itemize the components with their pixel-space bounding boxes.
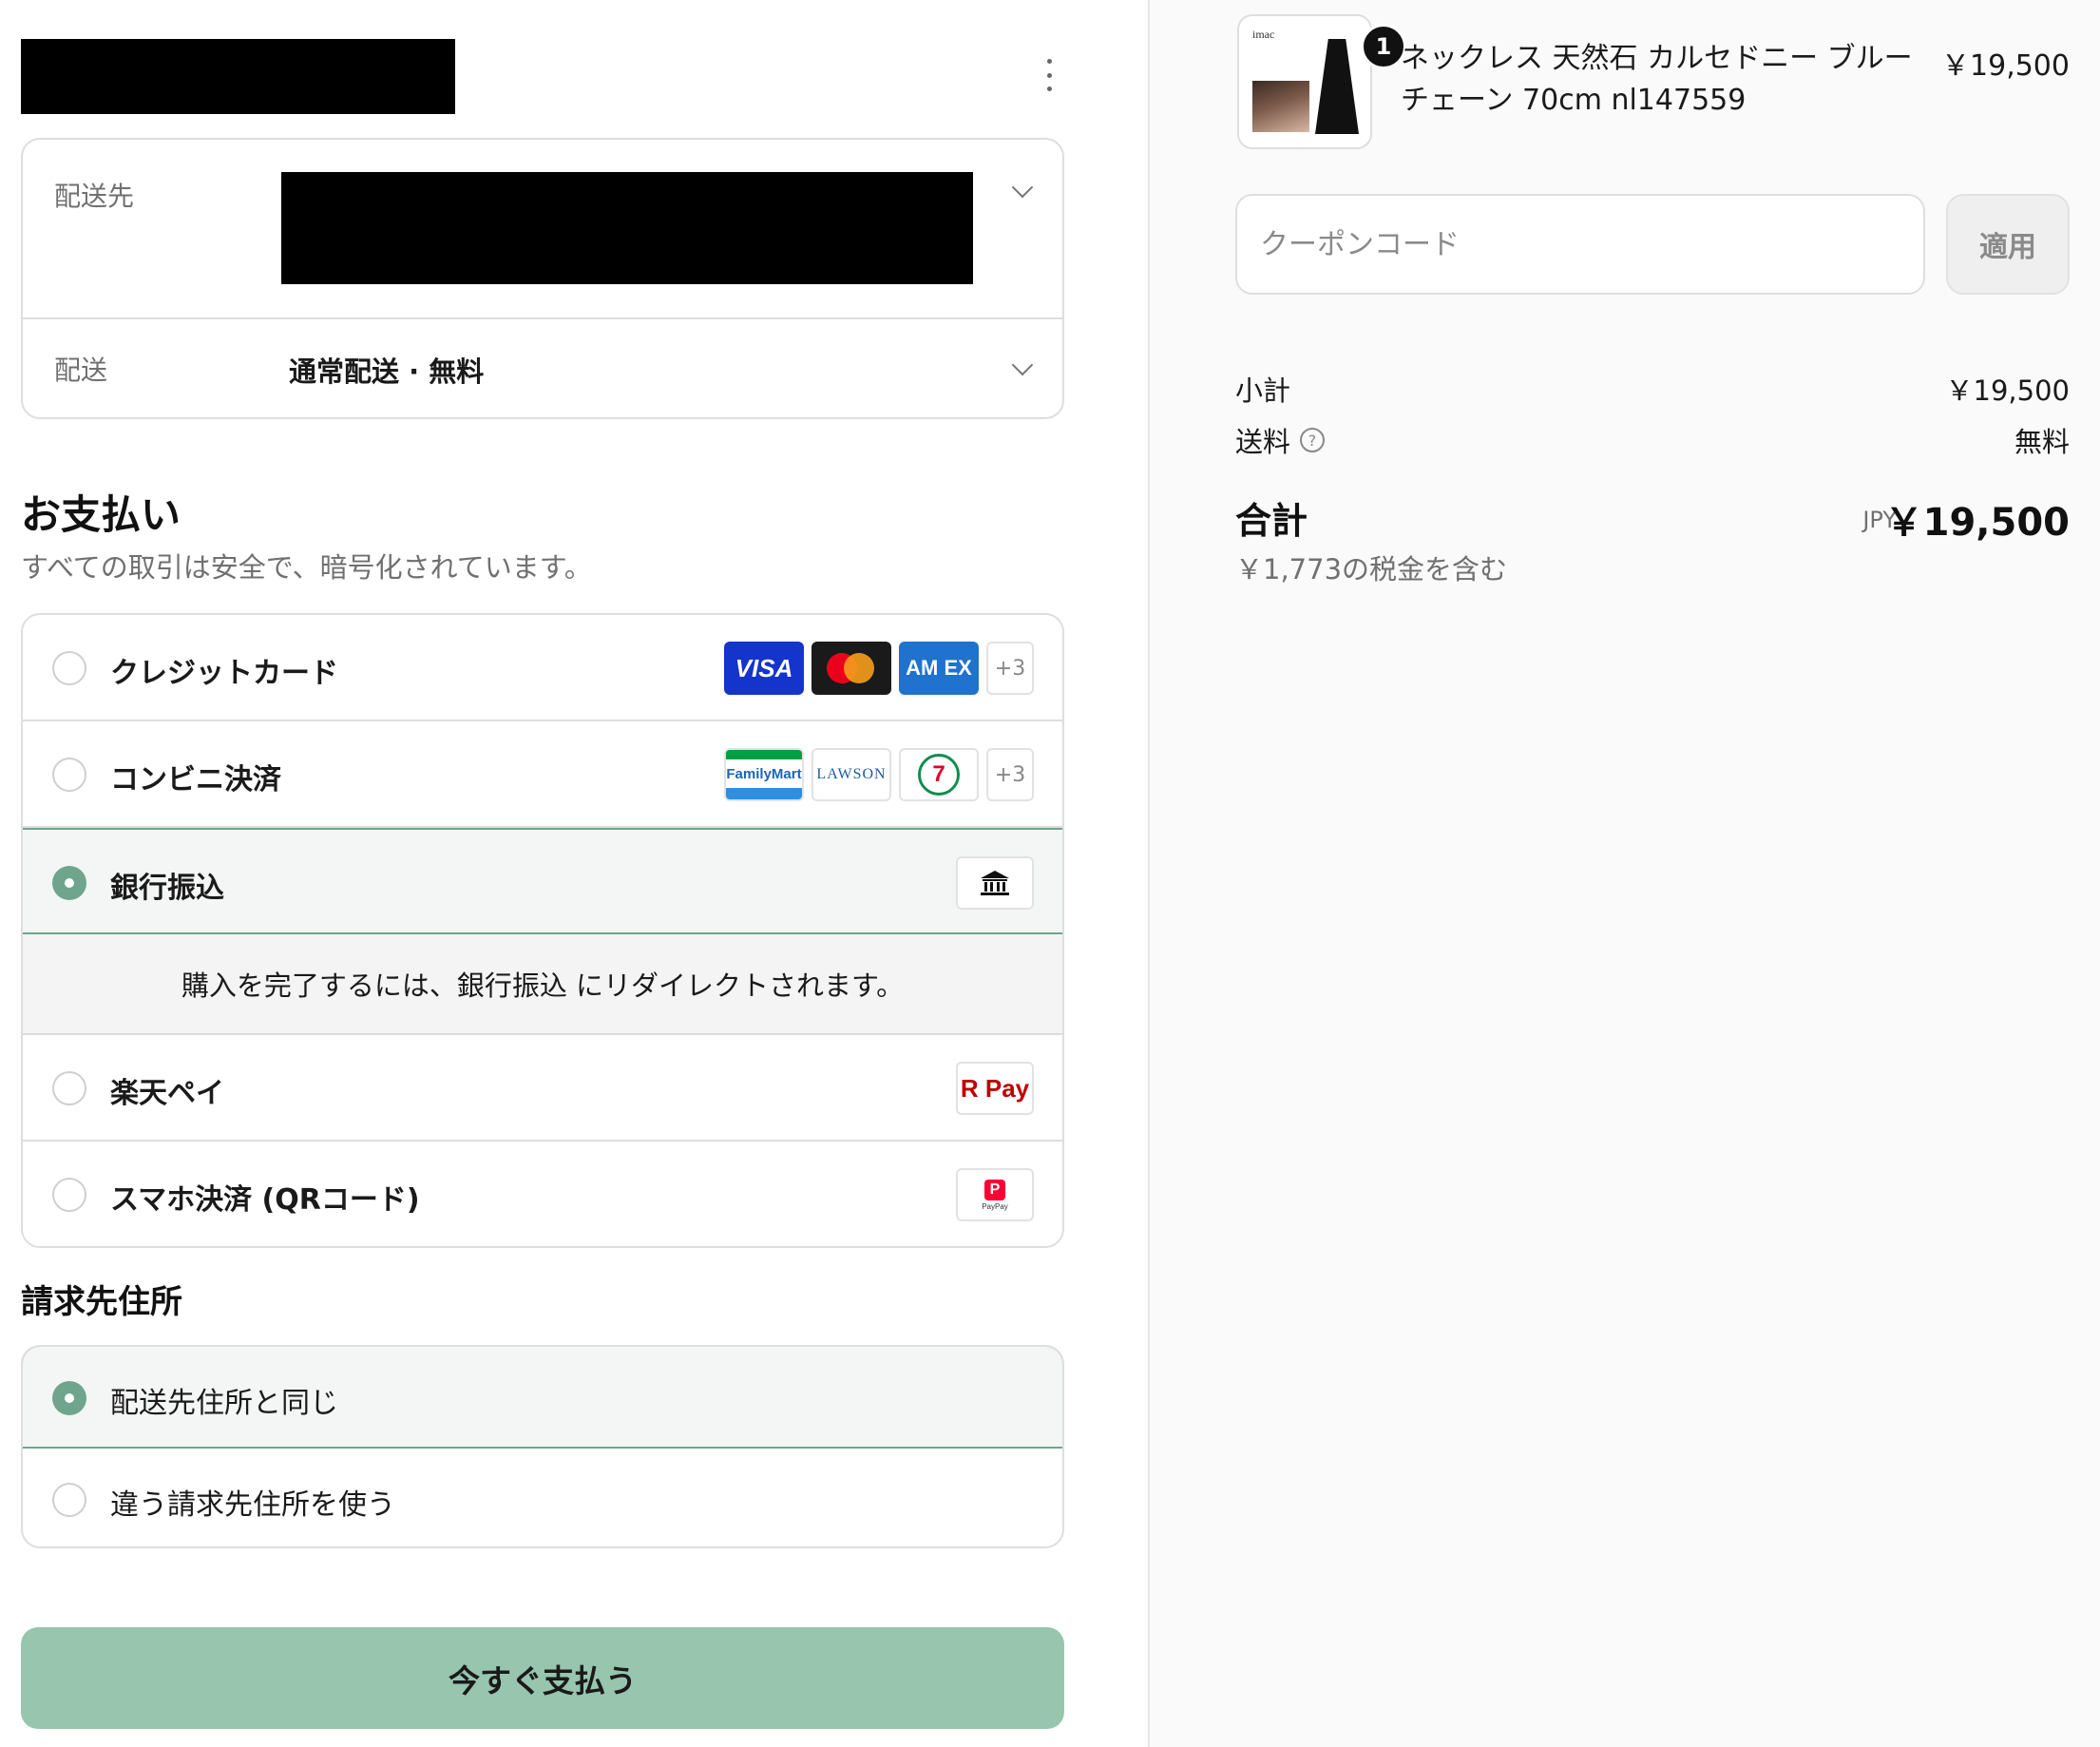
product-thumbnail: imac 1 xyxy=(1237,14,1406,149)
billing-address-options: 配送先住所と同じ 違う請求先住所を使う xyxy=(21,1345,1064,1548)
radio-button[interactable] xyxy=(52,1071,86,1105)
chevron-down-icon[interactable] xyxy=(1011,176,1034,199)
more-brands-badge: +3 xyxy=(986,642,1034,695)
shipping-method-row[interactable]: 配送 通常配送 · 無料 xyxy=(23,319,1062,419)
visa-icon: VISA xyxy=(724,642,804,695)
billing-option-label: 違う請求先住所を使う xyxy=(110,1488,395,1522)
shipping-address-redacted xyxy=(281,172,973,284)
payment-option-label: 楽天ペイ xyxy=(110,1077,224,1110)
konbini-badges: FamilyMart LAWSON 7 +3 xyxy=(724,748,1034,801)
radio-button[interactable] xyxy=(52,1178,86,1212)
billing-address-title: 請求先住所 xyxy=(21,1283,182,1321)
shipping-fee-label: 送料 xyxy=(1235,426,1291,458)
total-value: ￥19,500 xyxy=(1884,501,2070,545)
pay-now-button[interactable]: 今すぐ支払う xyxy=(21,1627,1064,1729)
familymart-icon: FamilyMart xyxy=(724,748,804,801)
shipping-summary: 配送先 配送 通常配送 · 無料 xyxy=(21,138,1064,419)
shipping-address-label: 配送先 xyxy=(54,181,135,212)
paypay-icon: P PayPay xyxy=(956,1168,1034,1221)
apply-coupon-button[interactable]: 適用 xyxy=(1946,194,2070,295)
bank-transfer-info: 購入を完了するには、銀行振込 にリダイレクトされます。 xyxy=(23,934,1062,1035)
paypay-badge: P PayPay xyxy=(956,1168,1034,1221)
payment-option-konbini[interactable]: コンビニ決済 FamilyMart LAWSON 7 +3 xyxy=(23,721,1062,828)
total-label: 合計 xyxy=(1235,500,1308,542)
billing-option-label: 配送先住所と同じ xyxy=(110,1387,338,1420)
quantity-badge: 1 xyxy=(1361,24,1406,69)
thumbnail-model-photo xyxy=(1252,81,1309,132)
lawson-icon: LAWSON xyxy=(811,748,891,801)
payment-methods: クレジットカード VISA AM EX +3 コンビニ決済 FamilyMart… xyxy=(21,613,1064,1248)
bank-badge xyxy=(956,856,1034,910)
help-icon[interactable]: ? xyxy=(1300,428,1326,452)
payment-option-rakuten-pay[interactable]: 楽天ペイ R Pay xyxy=(23,1035,1062,1142)
payment-title: お支払い xyxy=(21,491,181,538)
bank-icon xyxy=(956,856,1034,910)
checkout-page: 配送先 配送 通常配送 · 無料 お支払い すべての取引は安全で、暗号化されてい… xyxy=(0,0,2100,1747)
thumbnail-necklace-display xyxy=(1315,39,1359,134)
billing-option-same-as-shipping[interactable]: 配送先住所と同じ xyxy=(23,1347,1062,1449)
radio-button[interactable] xyxy=(52,651,86,685)
more-brands-badge: +3 xyxy=(986,748,1034,801)
payment-subtitle: すべての取引は安全で、暗号化されています。 xyxy=(21,551,592,584)
product-price: ￥19,500 xyxy=(1941,49,2070,83)
card-brand-badges: VISA AM EX +3 xyxy=(724,642,1034,695)
coupon-code-input[interactable] xyxy=(1235,194,1925,295)
checkout-main: 配送先 配送 通常配送 · 無料 お支払い すべての取引は安全で、暗号化されてい… xyxy=(0,0,1148,1747)
payment-option-qr-code[interactable]: スマホ決済 (QRコード) P PayPay xyxy=(23,1142,1062,1246)
shipping-fee-value: 無料 xyxy=(2014,426,2070,458)
radio-button[interactable] xyxy=(52,1483,86,1517)
order-summary: imac 1 ネックレス 天然石 カルセドニー ブルー チェーン 70cm nl… xyxy=(1150,0,2100,1747)
more-options-icon[interactable] xyxy=(1038,59,1060,91)
payment-option-bank-transfer[interactable]: 銀行振込 xyxy=(23,828,1062,934)
rakuten-pay-icon: R Pay xyxy=(956,1062,1034,1115)
store-logo-redacted xyxy=(21,39,455,114)
thumbnail-brand-logo: imac xyxy=(1252,28,1275,41)
shipping-address-row[interactable]: 配送先 xyxy=(23,140,1062,319)
payment-option-label: クレジットカード xyxy=(110,657,338,690)
rakuten-badge: R Pay xyxy=(956,1062,1034,1115)
mastercard-icon xyxy=(811,642,891,695)
radio-button[interactable] xyxy=(52,758,86,792)
seven-eleven-icon: 7 xyxy=(899,748,979,801)
radio-button-selected[interactable] xyxy=(52,866,86,900)
payment-option-credit-card[interactable]: クレジットカード VISA AM EX +3 xyxy=(23,615,1062,721)
billing-option-different-address[interactable]: 違う請求先住所を使う xyxy=(23,1449,1062,1546)
payment-option-label: 銀行振込 xyxy=(110,872,224,905)
subtotal-label: 小計 xyxy=(1235,374,1291,407)
shipping-method-label: 配送 xyxy=(54,355,108,386)
payment-option-label: コンビニ決済 xyxy=(110,763,281,797)
radio-button-selected[interactable] xyxy=(52,1381,86,1415)
product-name: ネックレス 天然石 カルセドニー ブルー チェーン 70cm nl147559 xyxy=(1401,42,1913,117)
tax-included-note: ￥1,773の税金を含む xyxy=(1235,553,1508,586)
chevron-down-icon[interactable] xyxy=(1011,354,1034,376)
amex-icon: AM EX xyxy=(899,642,979,695)
shipping-method-value: 通常配送 · 無料 xyxy=(289,355,485,388)
payment-option-label: スマホ決済 (QRコード) xyxy=(110,1183,420,1217)
subtotal-value: ￥19,500 xyxy=(1945,374,2070,407)
